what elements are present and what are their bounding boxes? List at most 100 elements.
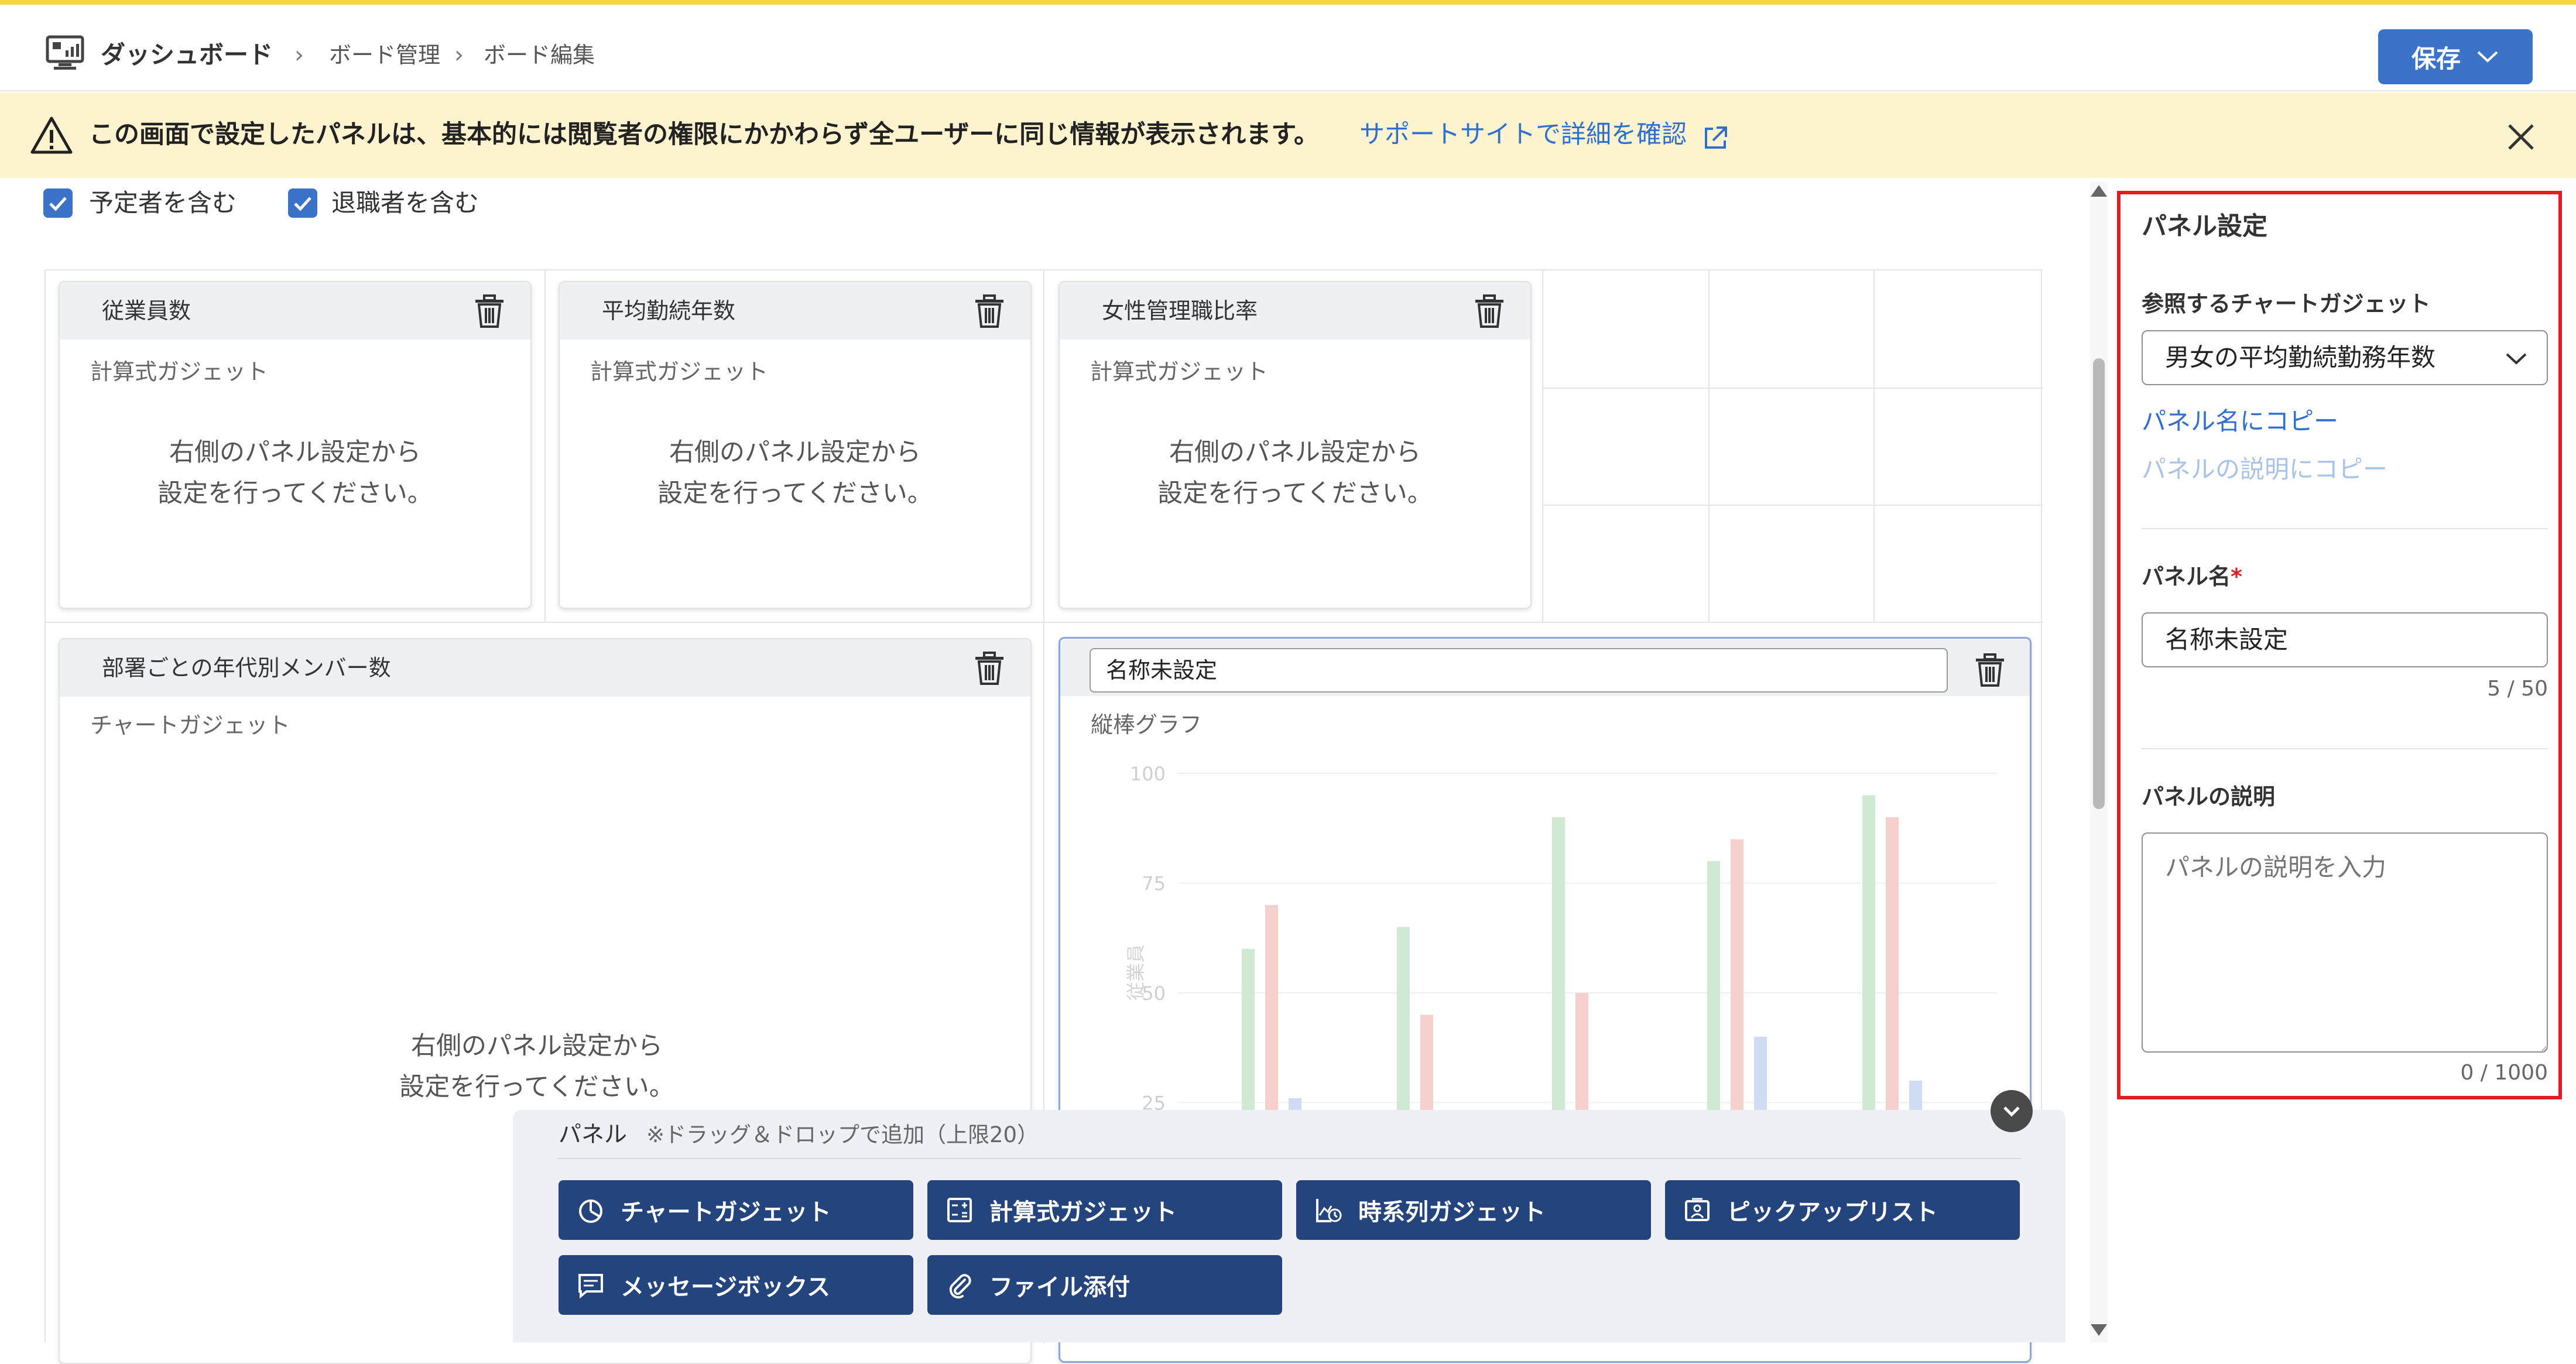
palette-note: ※ドラッグ＆ドロップで追加（上限20） — [646, 1122, 1039, 1147]
button-label: 計算式ガジェット — [989, 1199, 1177, 1226]
external-link-icon[interactable] — [1703, 125, 1728, 151]
panel-card-average-tenure[interactable]: 平均勤続年数 計算式ガジェット 右側のパネル設定から 設定を行ってください。 — [559, 281, 1032, 609]
button-label: 時系列ガジェット — [1358, 1199, 1546, 1226]
panel-title: 従業員数 — [102, 298, 191, 324]
chevron-right-icon: › — [454, 42, 464, 68]
panel-type: チャートガジェット — [90, 712, 290, 738]
trash-icon[interactable] — [1473, 294, 1506, 329]
support-site-link[interactable]: サポートサイトで詳細を確認 — [1359, 117, 1687, 152]
y-tick-label: 75 — [1142, 873, 1166, 895]
top-accent-line — [0, 0, 2576, 5]
panel-name-label: パネル名* — [2142, 561, 2242, 592]
chart-bar — [1731, 839, 1743, 1125]
header-bar: ダッシュボード › ボード管理 › ボード編集 保存 — [0, 5, 2576, 91]
chevron-down-icon — [2003, 1106, 2020, 1117]
panel-name-field[interactable]: 名称未設定 — [2142, 612, 2548, 667]
add-time-series-gadget-button[interactable]: 時系列ガジェット — [1296, 1180, 1651, 1240]
trash-icon[interactable] — [1974, 653, 2006, 688]
include-scheduled-checkbox[interactable] — [43, 189, 73, 218]
panel-message-line: 設定を行ってください。 — [1157, 479, 1433, 508]
panel-description-textarea[interactable] — [2142, 832, 2548, 1053]
reference-chart-select[interactable]: 男女の平均勤続勤務年数 — [2142, 330, 2548, 385]
panel-palette: パネル ※ドラッグ＆ドロップで追加（上限20） チャートガジェット 計算式ガジェ… — [513, 1110, 2065, 1342]
panel-message-line: 右側のパネル設定から — [169, 438, 421, 467]
chevron-down-icon — [2506, 353, 2527, 365]
grid-line — [1708, 270, 1710, 622]
save-button-label: 保存 — [2411, 44, 2461, 73]
copy-to-name-link[interactable]: パネル名にコピー — [2142, 404, 2338, 439]
divider — [2142, 528, 2548, 529]
trash-icon[interactable] — [473, 294, 506, 329]
add-message-box-button[interactable]: メッセージボックス — [559, 1255, 913, 1315]
copy-to-description-link[interactable]: パネルの説明にコピー — [2142, 452, 2387, 487]
scroll-down-arrow-icon[interactable] — [2091, 1324, 2107, 1336]
panel-message-line: 右側のパネル設定から — [1169, 438, 1421, 467]
chart-bar — [1397, 927, 1410, 1125]
scrollbar-thumb[interactable] — [2093, 358, 2105, 809]
breadcrumb-board-management[interactable]: ボード管理 — [329, 37, 440, 73]
add-pickup-list-button[interactable]: ピックアップリスト — [1665, 1180, 2020, 1240]
palette-title: パネル — [559, 1122, 628, 1148]
panel-title: 平均勤続年数 — [602, 298, 736, 324]
y-tick-label: 100 — [1130, 763, 1166, 785]
grid-line — [1873, 270, 1875, 622]
message-icon — [578, 1274, 603, 1299]
trash-icon[interactable] — [973, 651, 1006, 686]
panel-card-female-manager-ratio[interactable]: 女性管理職比率 計算式ガジェット 右側のパネル設定から 設定を行ってください。 — [1059, 281, 1532, 609]
panel-type: 縦棒グラフ — [1091, 712, 1203, 738]
warning-icon — [30, 116, 73, 154]
person-list-icon — [1685, 1198, 1710, 1221]
chevron-right-icon: › — [294, 42, 304, 68]
chart-bar — [1552, 817, 1565, 1125]
breadcrumb-dashboard[interactable]: ダッシュボード — [101, 37, 273, 73]
notice-text: この画面で設定したパネルは、基本的には閲覧者の権限にかかわらず全ユーザーに同じ情… — [89, 120, 1319, 149]
notice-banner: この画面で設定したパネルは、基本的には閲覧者の権限にかかわらず全ユーザーに同じ情… — [0, 92, 2576, 178]
chart-bar — [1265, 905, 1278, 1125]
chart-bar — [1707, 861, 1720, 1125]
divider — [2142, 748, 2548, 749]
chart-bar — [1575, 993, 1588, 1125]
grid-line — [1542, 388, 2043, 389]
panel-name-counter: 5 / 50 — [2487, 677, 2548, 701]
include-scheduled-label[interactable]: 予定者を含む — [89, 189, 237, 218]
panel-title: 女性管理職比率 — [1102, 298, 1258, 324]
checkmark-icon — [294, 197, 311, 211]
button-label: チャートガジェット — [621, 1199, 831, 1226]
save-button[interactable]: 保存 — [2378, 29, 2533, 84]
divider — [557, 1158, 2021, 1159]
time-series-icon — [1316, 1199, 1342, 1222]
panel-message-line: 設定を行ってください。 — [657, 479, 933, 508]
add-file-attachment-button[interactable]: ファイル添付 — [927, 1255, 1282, 1315]
panel-type: 計算式ガジェット — [590, 359, 769, 385]
reference-chart-label: 参照するチャートガジェット — [2142, 291, 2431, 317]
panel-message-line: 右側のパネル設定から — [411, 1031, 663, 1061]
y-axis-label: 従業員 — [1125, 944, 1147, 1000]
calculator-icon — [947, 1198, 972, 1222]
chart-bar — [1862, 795, 1875, 1125]
add-chart-gadget-button[interactable]: チャートガジェット — [559, 1180, 913, 1240]
bar-chart: 100755025従業員 — [1125, 763, 1997, 1125]
grid-line — [544, 270, 546, 622]
include-retired-checkbox[interactable] — [288, 189, 317, 218]
breadcrumb-board-edit: ボード編集 — [484, 42, 595, 68]
close-icon[interactable] — [2505, 121, 2537, 153]
include-retired-label[interactable]: 退職者を含む — [331, 189, 479, 218]
dashboard-monitor-icon — [46, 35, 84, 70]
panel-card-employee-count[interactable]: 従業員数 計算式ガジェット 右側のパネル設定から 設定を行ってください。 — [59, 281, 532, 609]
grid-line — [46, 622, 2043, 623]
panel-description-label: パネルの説明 — [2142, 784, 2276, 810]
add-formula-gadget-button[interactable]: 計算式ガジェット — [927, 1180, 1282, 1240]
panel-message-line: 右側のパネル設定から — [669, 438, 921, 467]
panel-message-line: 設定を行ってください。 — [157, 479, 433, 508]
panel-name-input[interactable]: 名称未設定 — [1090, 648, 1948, 693]
scroll-up-arrow-icon[interactable] — [2091, 185, 2107, 197]
settings-title: パネル設定 — [2142, 212, 2267, 241]
panel-message-line: 設定を行ってください。 — [399, 1072, 674, 1102]
required-mark: * — [2231, 564, 2242, 590]
trash-icon[interactable] — [973, 294, 1006, 329]
chart-bar — [1420, 1015, 1433, 1125]
collapse-palette-button[interactable] — [1991, 1090, 2033, 1132]
panel-settings: パネル設定 参照するチャートガジェット 男女の平均勤続勤務年数 パネル名にコピー… — [2117, 191, 2562, 1099]
panel-type: 計算式ガジェット — [1090, 359, 1269, 385]
panel-type: 計算式ガジェット — [90, 359, 269, 385]
